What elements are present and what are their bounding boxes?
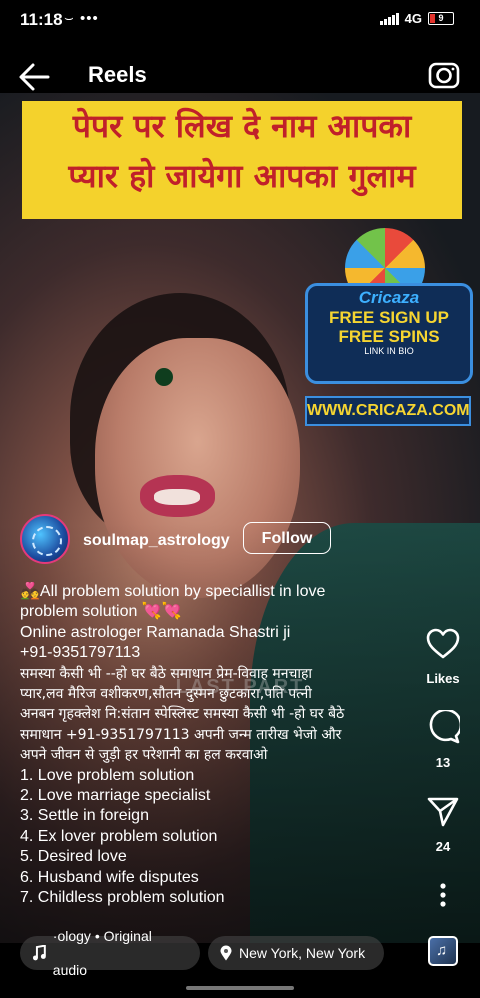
audio-label: ·ology • Original audio [52, 928, 152, 978]
system-nav-bar [0, 978, 480, 998]
status-bar: 11:18 ⌣ ••• 4G 9 [0, 0, 480, 40]
reel-footer: ·ology • Original audio New York, New Yo… [0, 928, 480, 978]
promo-line-2: FREE SPINS [338, 327, 440, 346]
caption-line: समस्या कैसी भी --हो घर बैठे समाधान प्रेम… [20, 665, 313, 682]
location-pill[interactable]: New York, New York [208, 936, 384, 970]
video-figure-bindi [155, 368, 173, 386]
audio-thumbnail[interactable]: ♫ [428, 936, 458, 966]
status-right: 4G 9 [379, 11, 454, 26]
like-action[interactable]: Likes [420, 628, 466, 686]
heart-icon[interactable] [426, 628, 460, 660]
comment-icon[interactable] [426, 708, 463, 744]
more-vertical-icon[interactable] [426, 882, 460, 908]
promo-line-1: FREE SIGN UP [329, 308, 449, 327]
caption-line: समाधान +91-9351797113 अपनी जन्म तारीख भे… [20, 726, 342, 743]
more-action[interactable] [420, 882, 466, 913]
signal-icon [379, 12, 399, 25]
caption-line: 2. Love marriage specialist [20, 787, 211, 805]
banner-line-2: प्यार हो जायेगा आपका गुलाम [68, 157, 416, 195]
caption-line: +91-9351797113 [20, 644, 141, 662]
caption-line: Online astrologer Ramanada Shastri ji [20, 623, 291, 641]
reel-author: soulmap_astrology Follow [20, 514, 440, 566]
comments-count: 13 [435, 755, 451, 770]
follow-button[interactable]: Follow [243, 522, 331, 554]
video-text-banner: पेपर पर लिख दे नाम आपका प्यार हो जायेगा … [22, 101, 462, 219]
shares-count: 24 [435, 839, 451, 854]
promo-brand: Cricaza [358, 288, 420, 307]
location-label: New York, New York [239, 945, 366, 961]
status-notification-icons: ⌣ ••• [64, 10, 99, 27]
camera-icon[interactable] [428, 58, 460, 90]
caption-line: 💑All problem solution by speciallist in … [20, 583, 326, 600]
caption-line: 1. Love problem solution [20, 766, 195, 784]
caption-line: 4. Ex lover problem solution [20, 827, 218, 845]
promo-line-3: LINK IN BIO [364, 346, 414, 356]
send-icon[interactable] [426, 796, 460, 828]
caption-line: problem solution 💘💘 [20, 603, 182, 621]
caption-line: अपने जीवन से जुड़ी हर परेशानी का हल करवा… [20, 747, 268, 764]
battery-level: 9 [438, 13, 444, 23]
status-time: 11:18 [20, 10, 63, 29]
avatar[interactable] [20, 514, 70, 564]
caption-line: 6. Husband wife disputes [20, 868, 199, 886]
battery-icon: 9 [428, 12, 454, 25]
arrow-left-icon[interactable] [18, 62, 50, 92]
music-note-icon: ♫ [436, 942, 448, 959]
username[interactable]: soulmap_astrology [83, 532, 230, 550]
promo-board: Cricaza FREE SIGN UP FREE SPINS LINK IN … [305, 283, 473, 384]
network-label: 4G [404, 11, 422, 26]
promo-overlay: Cricaza FREE SIGN UP FREE SPINS LINK IN … [305, 228, 473, 426]
page-title: Reels [88, 62, 147, 87]
music-note-icon [32, 945, 46, 961]
caption-line: 5. Desired love [20, 848, 127, 866]
reels-header: Reels [0, 40, 480, 108]
caption-line: 7. Childless problem solution [20, 889, 225, 907]
video-figure-mouth [140, 475, 215, 517]
caption-line: अनबन गृहक्लेश नि:संतान स्पेस्लिस्ट समस्य… [20, 706, 345, 723]
location-pin-icon [220, 945, 232, 961]
audio-pill[interactable]: ·ology • Original audio [20, 928, 200, 978]
caption-line: प्यार,लव मैरिज वशीकरण,सौतन दुस्मन छुटकार… [20, 686, 312, 703]
promo-url: WWW.CRICAZA.COM [305, 396, 471, 426]
share-action[interactable]: 24 [420, 796, 466, 854]
reel-caption[interactable]: 💑All problem solution by speciallist in … [20, 582, 410, 920]
caption-line: 3. Settle in foreign [20, 807, 149, 825]
banner-line-1: पेपर पर लिख दे नाम आपका [72, 107, 412, 145]
likes-label: Likes [426, 671, 460, 686]
comment-action[interactable]: 13 [420, 708, 466, 770]
home-indicator[interactable] [186, 986, 294, 990]
